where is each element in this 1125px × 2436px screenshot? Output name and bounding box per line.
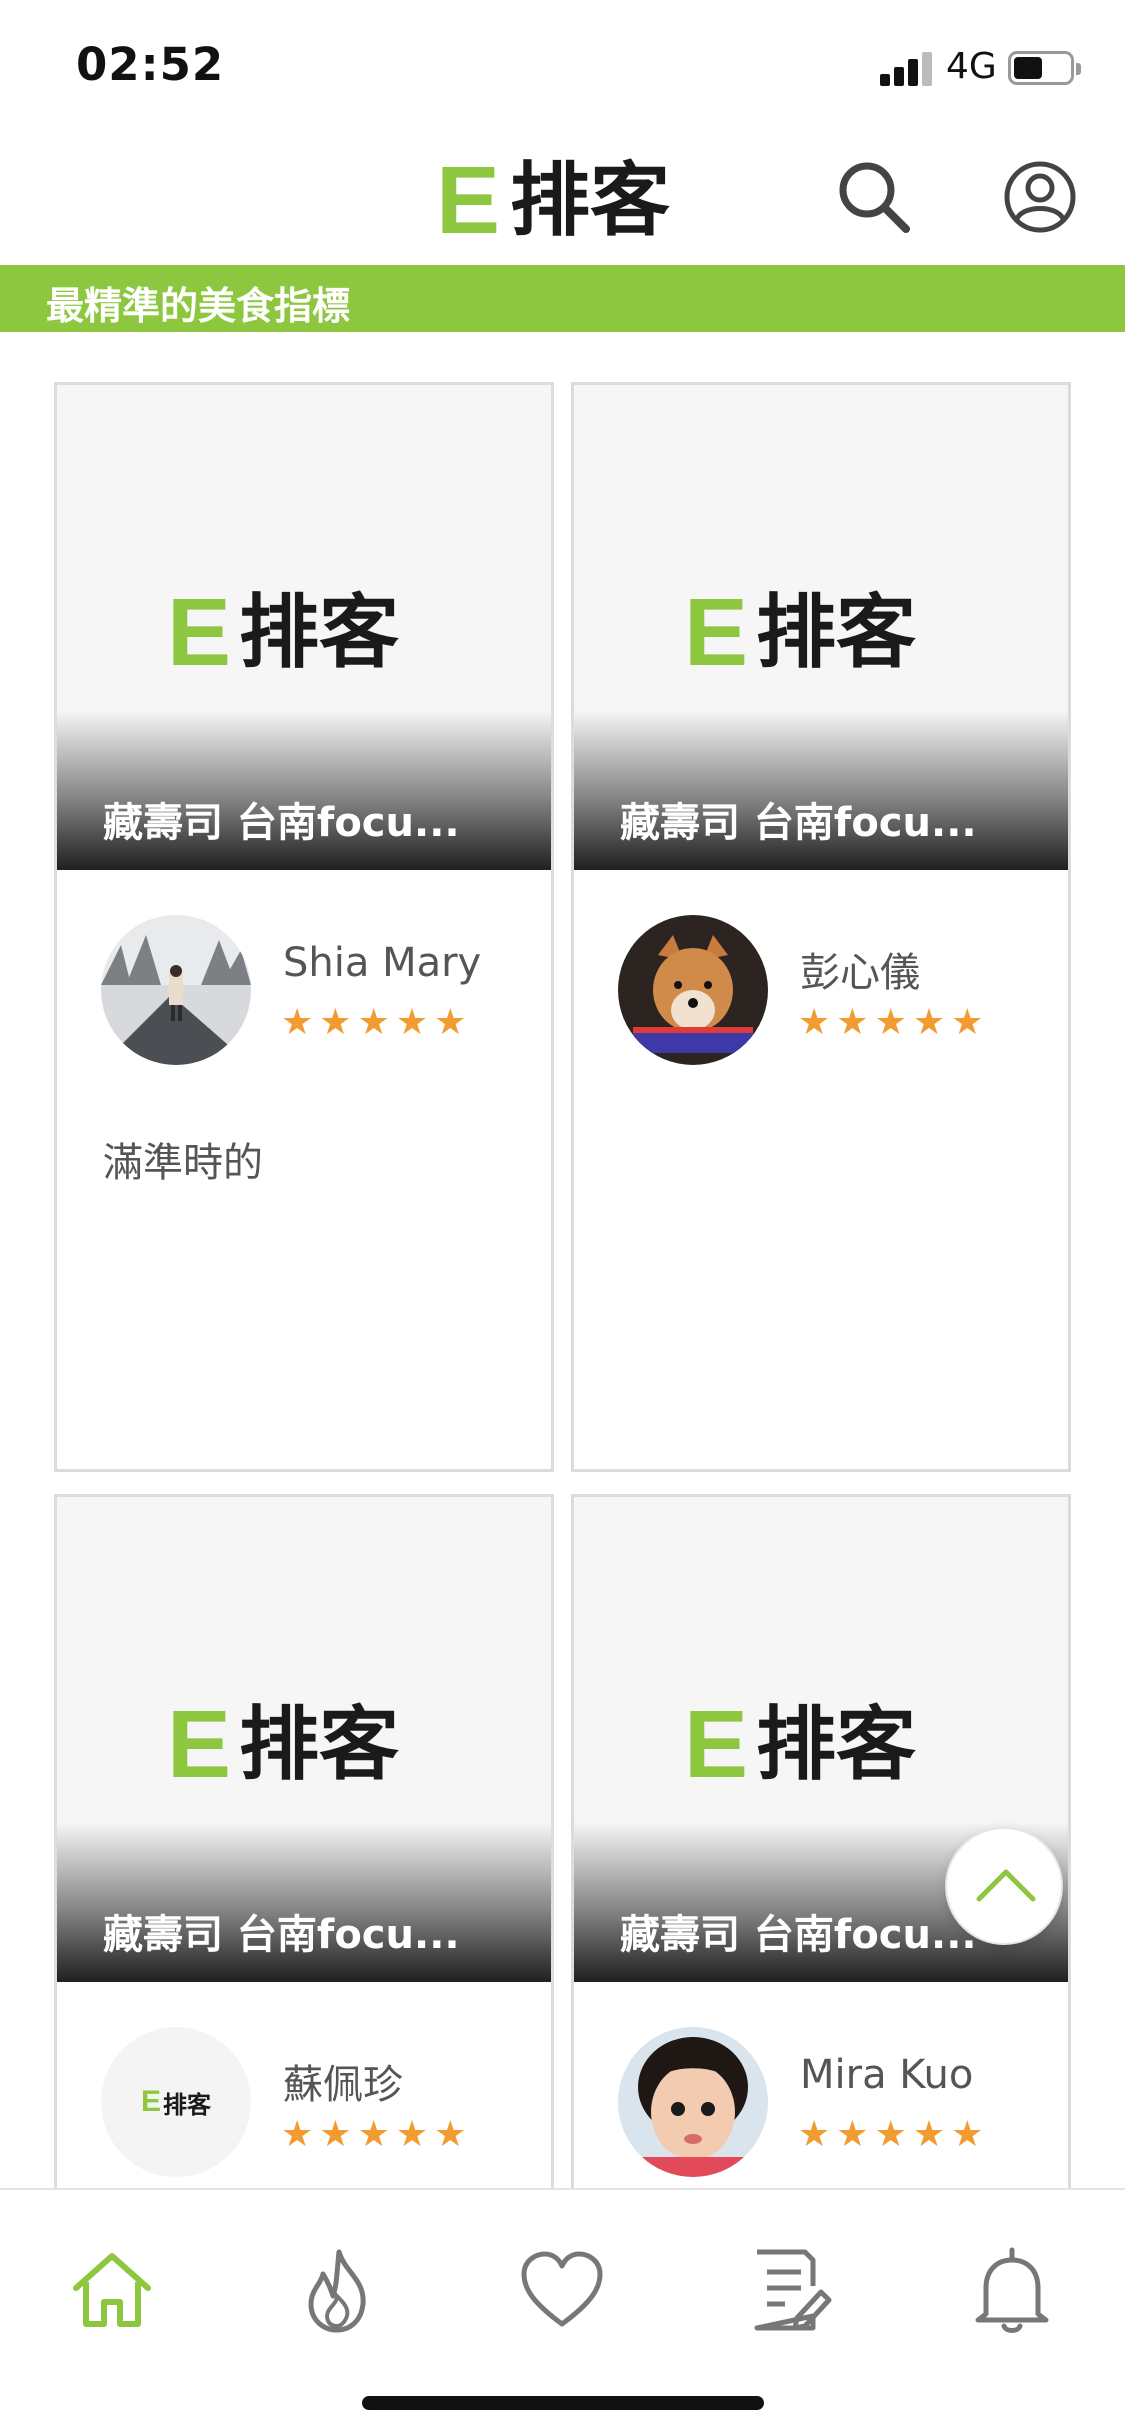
bell-icon[interactable] — [962, 2240, 1062, 2340]
app-header: E 排客 — [0, 135, 1125, 265]
network-type: 4G — [946, 46, 997, 87]
star-icon: ★ — [912, 1002, 946, 1043]
restaurant-title: 藏壽司 台南focu... — [103, 800, 460, 846]
rating-stars: ★ ★ ★ ★ ★ — [281, 1005, 466, 1041]
card-banner: E 排客 藏壽司 台南focu... — [57, 385, 551, 870]
card-banner: E 排客 藏壽司 台南focu... — [57, 1497, 551, 1982]
profile-icon[interactable] — [1000, 157, 1080, 237]
logo-mark: E — [436, 147, 501, 254]
home-icon[interactable] — [62, 2240, 162, 2340]
reviewer-name[interactable]: 彭心儀 — [800, 940, 920, 998]
review-icon[interactable] — [737, 2240, 837, 2340]
card-banner: E 排客 藏壽司 台南focu... — [574, 385, 1068, 870]
reviewer-name[interactable]: 蘇佩珍 — [283, 2052, 403, 2110]
star-icon: ★ — [798, 1002, 831, 1043]
avatar[interactable]: E 排客 — [101, 2027, 251, 2177]
scroll-to-top-button[interactable] — [945, 1827, 1063, 1945]
star-icon: ★ — [912, 2114, 946, 2155]
signal-icon — [880, 50, 936, 86]
search-icon[interactable] — [834, 157, 914, 237]
reviewer-name[interactable]: Shia Mary — [283, 940, 481, 986]
reviewer-name[interactable]: Mira Kuo — [800, 2052, 973, 2098]
star-icon: ★ — [395, 2114, 429, 2155]
star-icon: ★ — [951, 1002, 984, 1043]
star-icon: ★ — [874, 2114, 907, 2155]
review-card[interactable]: E 排客 藏壽司 台南focu... 彭心儀 ★ ★ ★ ★ ★ — [571, 382, 1071, 1472]
fire-icon[interactable] — [287, 2240, 387, 2340]
star-icon: ★ — [281, 1002, 314, 1043]
avatar[interactable] — [101, 915, 251, 1065]
star-icon: ★ — [357, 1002, 390, 1043]
banner-logo: E 排客 — [684, 1691, 917, 1798]
restaurant-title: 藏壽司 台南focu... — [103, 1912, 460, 1958]
star-icon: ★ — [836, 1002, 869, 1043]
star-icon: ★ — [951, 2114, 984, 2155]
status-time: 02:52 — [76, 38, 225, 91]
star-icon: ★ — [434, 1002, 467, 1043]
review-card[interactable]: E 排客 藏壽司 台南focu... Shia Mary ★ ★ ★ ★ ★ 滿準時的 — [54, 382, 554, 1472]
chevron-up-icon — [976, 1869, 1036, 1902]
home-indicator[interactable] — [362, 2396, 764, 2410]
star-icon: ★ — [836, 2114, 869, 2155]
avatar[interactable] — [618, 915, 768, 1065]
star-icon: ★ — [874, 1002, 907, 1043]
rating-stars: ★ ★ ★ ★ ★ — [281, 2117, 466, 2153]
star-icon: ★ — [434, 2114, 467, 2155]
star-icon: ★ — [357, 2114, 390, 2155]
star-icon: ★ — [281, 2114, 314, 2155]
star-icon: ★ — [319, 2114, 352, 2155]
app-logo[interactable]: E 排客 — [436, 153, 670, 249]
review-card[interactable]: E 排客 藏壽司 台南focu... E 排客 蘇佩珍 ★ ★ ★ ★ ★ — [54, 1494, 554, 2188]
star-icon: ★ — [798, 2114, 831, 2155]
banner-logo: E 排客 — [684, 579, 917, 686]
logo-text: 排客 — [510, 154, 671, 247]
star-icon: ★ — [395, 1002, 429, 1043]
banner-logo: E 排客 — [167, 579, 400, 686]
avatar[interactable] — [618, 2027, 768, 2177]
tagline-banner: 最精準的美食指標 — [0, 265, 1125, 332]
review-comment: 滿準時的 — [103, 1140, 263, 1186]
battery-icon — [1008, 51, 1081, 85]
banner-logo: E 排客 — [167, 1691, 400, 1798]
star-icon: ★ — [319, 1002, 352, 1043]
status-bar: 02:52 4G — [0, 0, 1125, 135]
rating-stars: ★ ★ ★ ★ ★ — [798, 2117, 983, 2153]
tagline-text: 最精準的美食指標 — [46, 284, 351, 328]
restaurant-title: 藏壽司 台南focu... — [620, 800, 977, 846]
heart-icon[interactable] — [512, 2240, 612, 2340]
rating-stars: ★ ★ ★ ★ ★ — [798, 1005, 983, 1041]
